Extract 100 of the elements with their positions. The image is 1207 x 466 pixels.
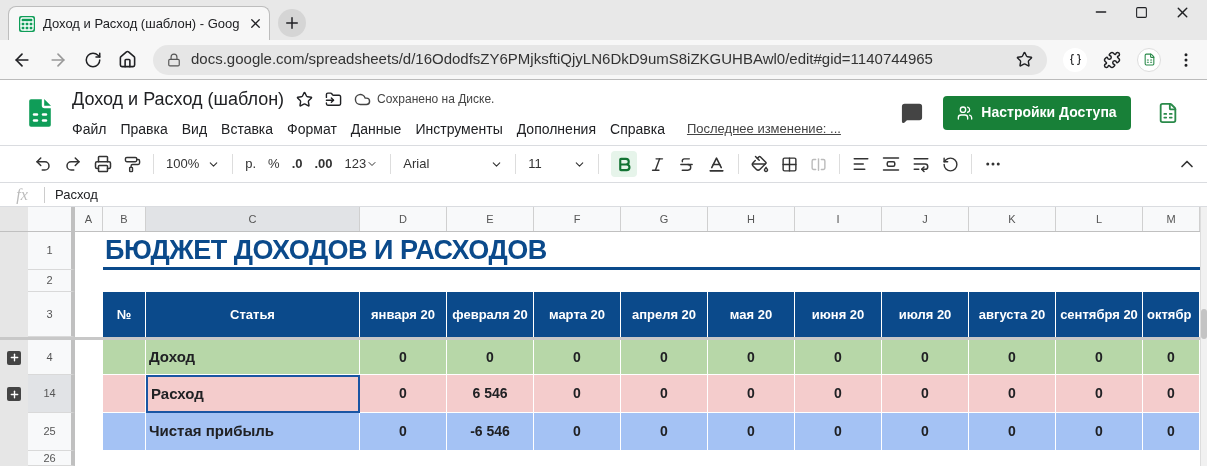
column-heading-cell: Статья: [146, 292, 360, 337]
undo-icon[interactable]: [34, 155, 52, 173]
menu-item[interactable]: Формат: [287, 118, 337, 140]
extension-icon[interactable]: [1063, 47, 1087, 72]
document-title[interactable]: Доход и Расход (шаблон): [72, 85, 285, 113]
menu-item[interactable]: Данные: [350, 118, 402, 140]
profile-avatar[interactable]: [1137, 47, 1161, 72]
category-cell[interactable]: Доход: [146, 340, 360, 375]
redo-icon[interactable]: [64, 155, 82, 173]
row-header[interactable]: 26: [28, 451, 75, 466]
font-dropdown[interactable]: Arial: [403, 154, 504, 174]
extensions-icon[interactable]: [1103, 50, 1121, 69]
text-color-icon[interactable]: [707, 154, 727, 174]
share-button[interactable]: Настройки Доступа: [943, 95, 1131, 130]
address-field[interactable]: docs.google.com/spreadsheets/d/16OdodfsZY6PMjksftiQjyLN6DkD9umS8iZKGUHBAwl0/edit#gid=1140744965: [153, 44, 1047, 75]
move-folder-icon[interactable]: [325, 90, 343, 108]
column-header[interactable]: I: [795, 207, 882, 231]
browser-tab[interactable]: Доход и Расход (шаблон) - Goog: [8, 6, 270, 40]
value-cell: 0: [1056, 340, 1143, 375]
print-icon[interactable]: [94, 155, 112, 173]
decrease-decimals-button[interactable]: .0: [291, 154, 303, 174]
tab-title: Доход и Расход (шаблон) - Goog: [43, 14, 240, 33]
number-format-dropdown[interactable]: 123: [344, 154, 379, 174]
currency-button[interactable]: р.: [245, 154, 257, 174]
row-header[interactable]: 25: [28, 413, 75, 451]
value-cell: 0: [360, 375, 447, 413]
value-cell: 6 546: [447, 375, 534, 413]
new-tab-button[interactable]: [278, 9, 306, 37]
column-heading-cell: июля 20: [882, 292, 969, 337]
column-header[interactable]: L: [1056, 207, 1143, 231]
font-size-dropdown[interactable]: 11: [528, 154, 587, 174]
percent-button[interactable]: %: [268, 154, 280, 174]
menu-item[interactable]: Файл: [72, 118, 107, 140]
value-cell: 0: [534, 340, 621, 375]
menu-item[interactable]: Справка: [610, 118, 665, 140]
fill-color-icon[interactable]: [751, 155, 770, 173]
value-cell: 0: [621, 413, 708, 451]
column-header[interactable]: H: [708, 207, 795, 231]
merge-cells-icon[interactable]: [810, 155, 828, 173]
vertical-align-icon[interactable]: [882, 155, 901, 173]
formula-field[interactable]: Расход: [55, 184, 98, 205]
borders-icon[interactable]: [781, 155, 799, 173]
scrollbar-thumb[interactable]: [1201, 309, 1207, 339]
row-header[interactable]: 14: [28, 375, 75, 413]
value-cell: 0: [1143, 340, 1200, 375]
text-rotation-icon[interactable]: [942, 155, 960, 173]
column-heading-cell: февраля 20: [447, 292, 534, 337]
plus-icon: [283, 14, 301, 32]
menu-item[interactable]: Дополнения: [516, 118, 597, 140]
value-cell: 0: [795, 413, 882, 451]
value-cell: 0: [1056, 413, 1143, 451]
column-header[interactable]: E: [447, 207, 534, 231]
value-cell: 0: [969, 413, 1056, 451]
row-header[interactable]: 3: [28, 292, 75, 337]
comment-icon[interactable]: [901, 101, 923, 124]
value-cell: 0: [621, 340, 708, 375]
reload-icon[interactable]: [84, 50, 102, 69]
menu-item[interactable]: Инструменты: [415, 118, 503, 140]
home-icon[interactable]: [118, 50, 137, 69]
increase-decimals-button[interactable]: .00: [314, 154, 333, 174]
expand-group-button[interactable]: [7, 387, 21, 401]
column-heading-cell: сентября 20: [1056, 292, 1143, 337]
star-icon[interactable]: [296, 90, 314, 108]
value-cell: 0: [447, 340, 534, 375]
row-header[interactable]: 2: [28, 270, 75, 292]
function-icon: fx: [0, 182, 44, 207]
column-header[interactable]: J: [882, 207, 969, 231]
value-cell: 0: [708, 413, 795, 451]
menu-item[interactable]: Правка: [120, 118, 168, 140]
column-header[interactable]: C: [146, 207, 360, 231]
paint-format-icon[interactable]: [124, 155, 141, 173]
bold-button[interactable]: [611, 151, 638, 177]
category-cell[interactable]: Расход: [146, 375, 360, 413]
value-cell: 0: [969, 340, 1056, 375]
maximize-icon[interactable]: [1135, 5, 1148, 19]
column-heading-cell: №: [103, 292, 146, 337]
zoom-dropdown[interactable]: 100%: [166, 154, 221, 174]
last-edit-link[interactable]: Последнее изменение: ...: [686, 119, 841, 139]
account-logo-icon[interactable]: [1157, 101, 1179, 124]
plus-icon: [8, 352, 20, 363]
value-cell: 0: [795, 375, 882, 413]
column-header[interactable]: F: [534, 207, 621, 231]
expand-group-button[interactable]: [7, 350, 21, 365]
align-left-icon[interactable]: [852, 155, 871, 173]
value-cell: 0: [1056, 375, 1143, 413]
column-header[interactable]: D: [360, 207, 447, 231]
value-cell: 0: [795, 340, 882, 375]
row-header[interactable]: 1: [28, 232, 75, 270]
column-header[interactable]: A: [75, 207, 103, 231]
text-wrap-icon[interactable]: [912, 155, 931, 173]
menu-item[interactable]: Вид: [181, 118, 208, 140]
column-header[interactable]: K: [969, 207, 1056, 231]
menu-item[interactable]: Вставка: [221, 118, 274, 140]
strikethrough-icon[interactable]: [678, 155, 696, 173]
bookmark-star-icon[interactable]: [1016, 51, 1033, 68]
column-header[interactable]: G: [621, 207, 708, 231]
row-header[interactable]: 4: [28, 340, 75, 375]
people-icon: [957, 104, 974, 121]
save-status: Сохранено на Диске.: [377, 91, 495, 108]
category-cell[interactable]: Чистая прибыль: [146, 413, 360, 451]
